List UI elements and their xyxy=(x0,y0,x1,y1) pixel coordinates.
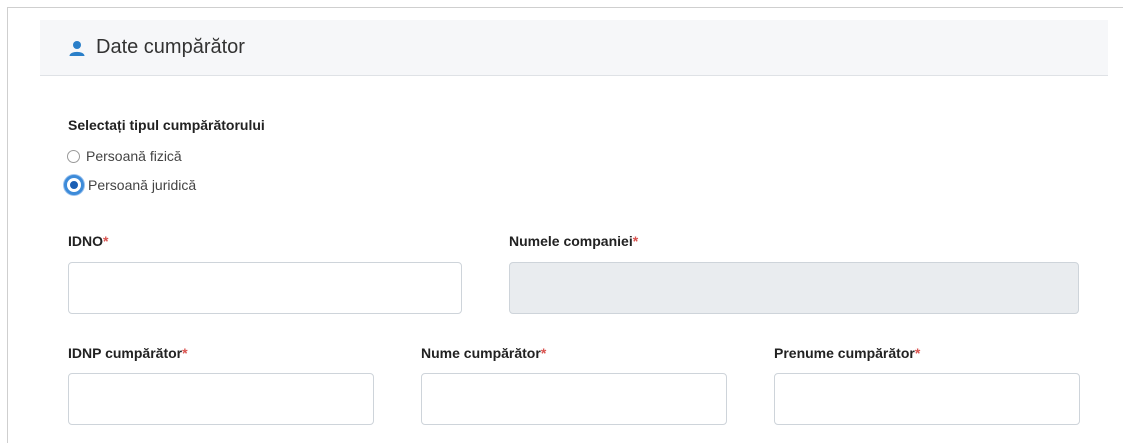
radio-label: Persoană juridică xyxy=(88,177,197,193)
first-name-label-text: Prenume cumpărător xyxy=(774,345,915,361)
radio-option-persoana-juridica[interactable]: Persoană juridică xyxy=(64,175,196,195)
idnp-label: IDNP cumpărător* xyxy=(68,345,188,361)
user-icon xyxy=(68,39,86,57)
first-name-input[interactable] xyxy=(774,373,1080,425)
required-asterisk: * xyxy=(914,345,921,361)
idno-input[interactable] xyxy=(68,262,462,314)
company-name-label-text: Numele companiei xyxy=(509,233,633,249)
required-asterisk: * xyxy=(103,233,109,249)
last-name-input[interactable] xyxy=(421,373,727,425)
company-name-input[interactable] xyxy=(509,262,1079,314)
radio-label: Persoană fizică xyxy=(86,148,182,164)
company-name-label: Numele companiei* xyxy=(509,233,638,249)
required-asterisk: * xyxy=(182,345,188,361)
radio-option-persoana-fizica[interactable]: Persoană fizică xyxy=(67,148,182,164)
first-name-label: Prenume cumpărător* xyxy=(774,345,920,361)
idno-label: IDNO* xyxy=(68,233,108,249)
radio-dot xyxy=(68,179,80,191)
radio-button-checked[interactable] xyxy=(64,175,84,195)
idnp-input[interactable] xyxy=(68,373,374,425)
last-name-label-text: Nume cumpărător xyxy=(421,345,541,361)
radio-button[interactable] xyxy=(67,149,80,163)
required-asterisk: * xyxy=(632,233,639,249)
idnp-label-text: IDNP cumpărător xyxy=(68,345,183,361)
last-name-label: Nume cumpărător* xyxy=(421,345,546,361)
card-title: Date cumpărător xyxy=(96,36,245,58)
required-asterisk: * xyxy=(540,345,547,361)
buyer-type-label: Selectați tipul cumpărătorului xyxy=(68,117,265,133)
card-header: Date cumpărător xyxy=(40,20,1108,76)
idno-label-text: IDNO xyxy=(68,233,103,249)
